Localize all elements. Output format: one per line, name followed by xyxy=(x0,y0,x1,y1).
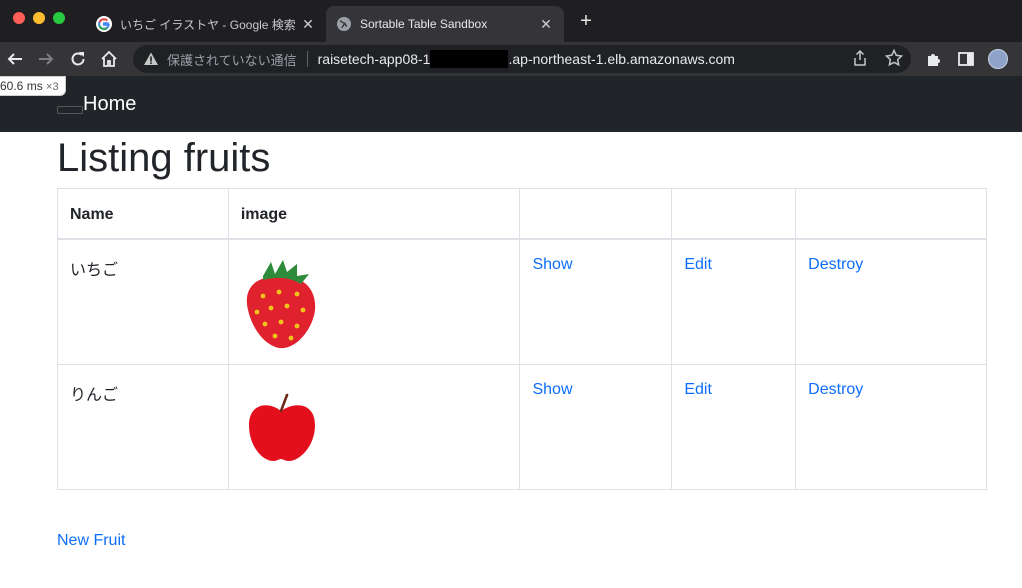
home-link[interactable]: Home xyxy=(83,93,136,116)
column-header-empty xyxy=(671,188,797,240)
browser-toolbar: 保護されていない通信 raisetech-app08-1 .ap-northea… xyxy=(0,42,1022,76)
tab-google-search[interactable]: いちご イラストヤ - Google 検索 ✕ xyxy=(86,6,326,42)
edit-link[interactable]: Edit xyxy=(684,381,712,398)
security-status-label: 保護されていない通信 xyxy=(167,52,297,68)
forward-button[interactable] xyxy=(34,47,58,71)
column-header-name: Name xyxy=(57,188,229,240)
new-tab-button[interactable]: + xyxy=(575,10,597,32)
perf-value: 60.6 xyxy=(0,79,24,93)
close-window-button[interactable] xyxy=(13,12,25,24)
show-link[interactable]: Show xyxy=(532,381,572,398)
column-header-image: image xyxy=(227,188,521,240)
reload-button[interactable] xyxy=(66,47,90,71)
fruit-name: いちご xyxy=(57,238,229,365)
perf-overlay: 60.6 ms ×3 xyxy=(0,76,66,96)
back-arrow-icon xyxy=(7,53,22,65)
tab-title: Sortable Table Sandbox xyxy=(360,17,488,31)
minimize-window-button[interactable] xyxy=(33,12,45,24)
share-icon[interactable] xyxy=(851,49,869,67)
redacted-block xyxy=(430,50,509,68)
column-header-empty xyxy=(795,188,987,240)
bookmark-star-icon[interactable] xyxy=(884,48,904,68)
tab-sortable-table-sandbox[interactable]: Sortable Table Sandbox ✕ xyxy=(326,6,564,42)
edit-link[interactable]: Edit xyxy=(684,256,712,273)
show-cell: Show xyxy=(519,238,673,365)
address-bar[interactable]: 保護されていない通信 raisetech-app08-1 .ap-northea… xyxy=(133,45,911,73)
new-fruit-link[interactable]: New Fruit xyxy=(57,532,125,550)
perf-unit: ms xyxy=(26,79,43,93)
close-tab-icon[interactable]: ✕ xyxy=(536,16,556,33)
extensions-button[interactable] xyxy=(922,47,946,71)
site-navbar: Home xyxy=(0,76,1022,132)
fruit-image-cell xyxy=(227,238,521,365)
maximize-window-button[interactable] xyxy=(53,12,65,24)
tab-title: いちご イラストヤ - Google 検索 xyxy=(120,17,296,32)
side-panel-button[interactable] xyxy=(954,47,978,71)
profile-button[interactable] xyxy=(986,47,1010,71)
fruits-table: Name image いちご Show Edit Destroy りんご Sho… xyxy=(57,188,987,490)
destroy-link[interactable]: Destroy xyxy=(808,381,863,398)
browser-tab-strip: いちご イラストヤ - Google 検索 ✕ Sortable Table S… xyxy=(0,0,1022,42)
fruit-name: りんご xyxy=(57,363,229,490)
destroy-link[interactable]: Destroy xyxy=(808,256,863,273)
page-title: Listing fruits xyxy=(57,136,271,180)
apple-image xyxy=(248,393,315,461)
navbar-toggler[interactable] xyxy=(57,106,83,114)
forward-arrow-icon xyxy=(39,53,54,65)
column-header-empty xyxy=(519,188,673,240)
show-cell: Show xyxy=(519,363,673,490)
perf-multiplier: ×3 xyxy=(46,81,59,93)
reload-icon xyxy=(71,52,85,66)
edit-cell: Edit xyxy=(671,238,797,365)
destroy-cell: Destroy xyxy=(795,363,987,490)
avatar xyxy=(988,49,1008,69)
close-tab-icon[interactable]: ✕ xyxy=(298,16,318,33)
table-row: いちご Show Edit Destroy xyxy=(57,238,987,365)
url-suffix: .ap-northeast-1.elb.amazonaws.com xyxy=(508,51,735,67)
globe-icon xyxy=(337,17,351,31)
destroy-cell: Destroy xyxy=(795,238,987,365)
google-icon xyxy=(96,16,112,32)
fruit-image-cell xyxy=(227,363,521,490)
omnibox-divider xyxy=(306,51,308,67)
home-button[interactable] xyxy=(97,47,121,71)
show-link[interactable]: Show xyxy=(532,256,572,273)
edit-cell: Edit xyxy=(671,363,797,490)
table-row: りんご Show Edit Destroy xyxy=(57,363,987,490)
url-prefix: raisetech-app08-1 xyxy=(317,51,431,67)
table-header-row: Name image xyxy=(57,188,987,240)
side-panel-icon xyxy=(958,52,974,66)
home-icon xyxy=(101,50,117,67)
url-text: raisetech-app08-1 .ap-northeast-1.elb.am… xyxy=(318,50,735,68)
warning-icon[interactable] xyxy=(143,51,159,67)
back-button[interactable] xyxy=(3,47,27,71)
strawberry-image xyxy=(246,259,316,348)
puzzle-icon xyxy=(928,54,940,66)
